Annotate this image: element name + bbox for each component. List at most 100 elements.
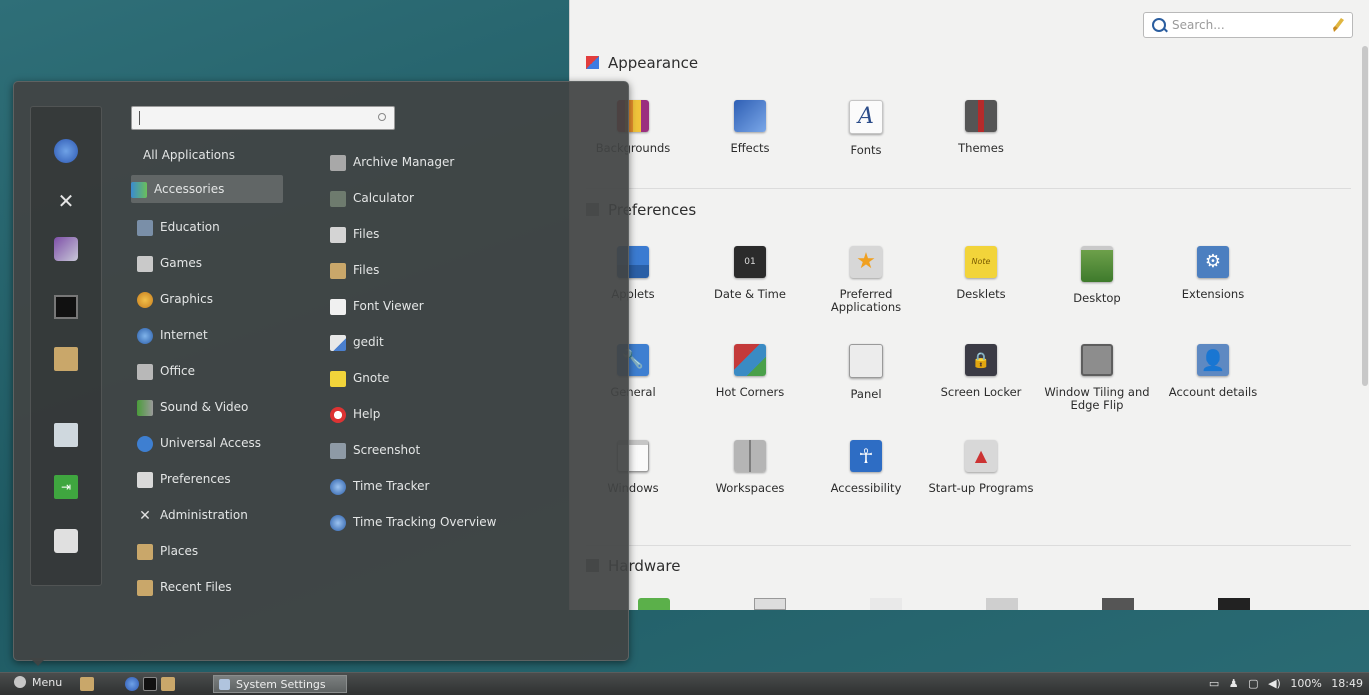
menu-button[interactable]: Menu [14,676,62,689]
workspace-switcher-icon[interactable]: ▭ [1209,677,1219,690]
settings-tile-workspaces[interactable]: Workspaces [695,440,805,495]
settings-tile-extensions[interactable]: ⚙ Extensions [1158,246,1268,301]
rocket-icon: ▲ [965,440,997,472]
lock-screen-icon[interactable] [54,423,78,447]
menu-search-input[interactable] [131,106,395,130]
settings-tile-startup-programs[interactable]: ▲ Start-up Programs [926,440,1036,495]
settings-tile-date-time[interactable]: 01 Date & Time [695,246,805,301]
settings-tile-effects[interactable]: Effects [695,100,805,155]
network-icon[interactable]: ▢ [1248,677,1258,690]
hardware-tile-icon[interactable] [986,598,1018,610]
settings-tile-hot-corners[interactable]: Hot Corners [695,344,805,399]
category-education[interactable]: Education [137,213,220,241]
clear-search-icon[interactable] [1332,17,1346,33]
category-sound-video[interactable]: Sound & Video [137,393,248,421]
preferences-icon [137,471,153,488]
app-time-tracker[interactable]: Time Tracker [330,472,429,500]
all-applications-item[interactable]: All Applications [143,148,235,162]
app-files[interactable]: Files [330,220,379,248]
shutdown-icon[interactable] [54,529,78,553]
settings-tile-themes[interactable]: Themes [926,100,1036,155]
settings-tile-desklets[interactable]: Note Desklets [926,246,1036,301]
category-administration[interactable]: ✕ Administration [137,501,248,529]
clock-icon [330,514,346,531]
terminal-launcher-icon[interactable] [143,677,157,691]
category-internet[interactable]: Internet [137,321,208,349]
show-desktop-icon[interactable] [80,677,94,691]
calculator-icon [330,190,346,207]
accessories-icon [131,181,147,198]
app-archive-manager[interactable]: Archive Manager [330,148,454,176]
taskbar-window-system-settings[interactable]: System Settings [213,675,347,693]
category-office[interactable]: Office [137,357,195,385]
folder-icon [137,579,153,596]
category-recent-files[interactable]: Recent Files [137,573,232,601]
taskbar: Menu System Settings ▭ ♟ ▢ ◀) 100% 18:49 [0,672,1369,695]
app-calculator[interactable]: Calculator [330,184,414,212]
settings-tile-preferred-applications[interactable]: ★ Preferred Applications [811,246,921,314]
hot-corners-icon [734,344,766,376]
category-games[interactable]: Games [137,249,202,277]
volume-icon[interactable]: ◀) [1268,677,1281,690]
web-browser-icon[interactable] [54,139,78,163]
category-preferences[interactable]: Preferences [137,465,231,493]
accessibility-icon [137,435,153,452]
hardware-tile-icon[interactable] [1102,598,1134,610]
settings-scrollbar[interactable] [1362,46,1368,386]
search-icon [1152,18,1166,32]
web-browser-launcher-icon[interactable] [125,677,139,691]
user-icon[interactable]: ♟ [1229,677,1239,690]
sound-video-icon [137,399,153,416]
settings-tile-panel[interactable]: Panel [811,344,921,401]
settings-search-input[interactable]: Search... [1143,12,1353,38]
category-accessories[interactable]: Accessories [131,175,283,203]
divider [586,188,1351,189]
settings-tile-fonts[interactable]: A Fonts [811,100,921,157]
app-time-tracking-overview[interactable]: Time Tracking Overview [330,508,496,536]
settings-tile-window-tiling[interactable]: Window Tiling and Edge Flip [1042,344,1152,412]
clock[interactable]: 18:49 [1331,677,1363,690]
text-cursor [139,111,140,125]
lock-icon: 🔒 [965,344,997,376]
hardware-tile-icon[interactable] [870,598,902,610]
files-launcher-icon[interactable] [161,677,175,691]
app-files-2[interactable]: Files [330,256,379,284]
settings-tile-screen-locker[interactable]: 🔒 Screen Locker [926,344,1036,399]
category-places[interactable]: Places [137,537,198,565]
hardware-tile-icon[interactable] [638,598,670,610]
favorites-bar: ✕ ⇥ [30,106,102,586]
category-graphics[interactable]: Graphics [137,285,213,313]
app-screenshot[interactable]: Screenshot [330,436,420,464]
fonts-icon: A [849,100,883,134]
terminal-icon[interactable] [54,295,78,319]
category-universal-access[interactable]: Universal Access [137,429,261,457]
games-icon [137,255,153,272]
user-icon: 👤 [1197,344,1229,376]
star-icon: ★ [850,246,882,278]
logout-icon[interactable]: ⇥ [54,475,78,499]
folder-icon [137,543,153,560]
files-icon [330,226,346,243]
folder-icon [330,262,346,279]
office-icon [137,363,153,380]
app-gedit[interactable]: gedit [330,328,384,356]
gedit-icon [330,334,346,351]
app-gnote[interactable]: Gnote [330,364,389,392]
app-font-viewer[interactable]: Font Viewer [330,292,424,320]
folder-icon[interactable] [54,347,78,371]
archive-icon [330,154,346,171]
settings-tile-accessibility[interactable]: ☥ Accessibility [811,440,921,495]
settings-tile-account-details[interactable]: 👤 Account details [1158,344,1268,399]
settings-tile-desktop[interactable]: Desktop [1042,246,1152,305]
battery-label[interactable]: 100% [1290,677,1321,690]
window-tiling-icon [1081,344,1113,376]
hardware-tile-icon[interactable] [754,598,786,610]
menu-gear-icon [14,676,26,688]
system-tray: ▭ ♟ ▢ ◀) 100% 18:49 [1203,677,1363,690]
app-help[interactable]: Help [330,400,380,428]
system-settings-icon[interactable]: ✕ [54,189,78,213]
education-icon [137,219,153,236]
hardware-tile-icon[interactable] [1218,598,1250,610]
graphics-icon [137,291,153,308]
chat-icon[interactable] [54,237,78,261]
